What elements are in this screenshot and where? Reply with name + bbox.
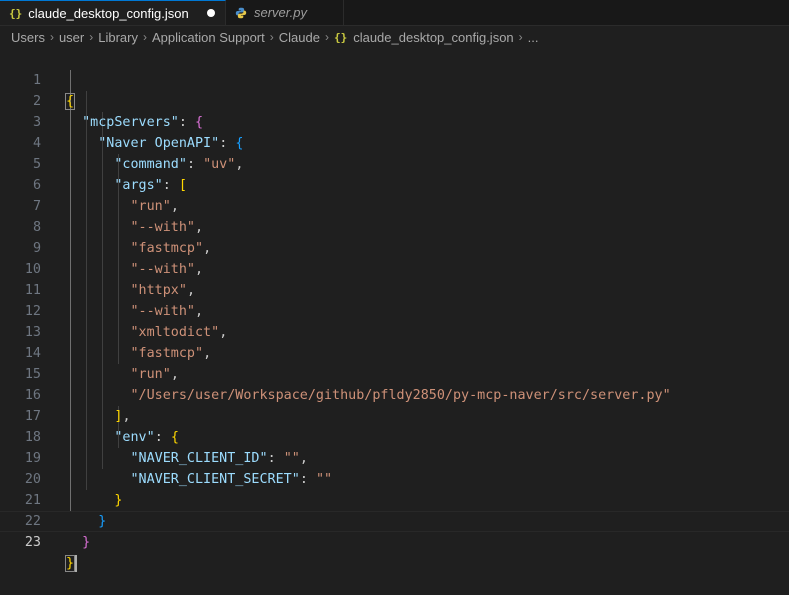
tab-label: claude_desktop_config.json <box>28 5 189 21</box>
breadcrumb-more[interactable]: ... <box>528 30 539 45</box>
chevron-right-icon: › <box>324 30 329 44</box>
chevron-right-icon: › <box>143 30 147 44</box>
breadcrumb-item-application-support[interactable]: Application Support <box>152 30 265 45</box>
code-line[interactable]: 10 "httpx", <box>0 238 789 298</box>
code-editor[interactable]: 1 { 2 "mcpServers": { 3 "Naver OpenAPI":… <box>0 49 789 572</box>
code-line[interactable]: 17 "env": { <box>0 385 789 445</box>
breadcrumb: Users › user › Library › Application Sup… <box>0 25 789 49</box>
text-cursor <box>75 554 78 572</box>
code-line[interactable]: 13 "fastmcp", <box>0 301 789 361</box>
code-line[interactable]: 19 "NAVER_CLIENT_SECRET": "" <box>0 427 789 487</box>
chevron-right-icon: › <box>269 30 274 44</box>
chevron-right-icon: › <box>49 30 54 44</box>
code-line[interactable]: 12 "xmltodict", <box>0 280 789 340</box>
code-line[interactable]: 3 "Naver OpenAPI": { <box>0 91 789 151</box>
code-line[interactable]: 18 "NAVER_CLIENT_ID": "", <box>0 406 789 466</box>
code-line[interactable]: 23 } <box>0 511 789 572</box>
python-icon <box>235 7 247 19</box>
unsaved-dot-icon[interactable] <box>207 9 215 17</box>
code-line[interactable]: 7 "--with", <box>0 175 789 235</box>
code-line[interactable]: 9 "--with", <box>0 217 789 277</box>
json-file-icon: {} <box>333 30 348 44</box>
code-line[interactable]: 15 "/Users/user/Workspace/github/pfldy28… <box>0 343 789 403</box>
chevron-right-icon: › <box>89 30 94 44</box>
code-line[interactable]: 5 "args": [ <box>0 133 789 193</box>
bracket: } <box>64 555 76 572</box>
tab-label: server.py <box>254 5 307 20</box>
code-line[interactable]: 6 "run", <box>0 154 789 214</box>
breadcrumb-item-claude[interactable]: Claude <box>279 30 320 45</box>
code-line[interactable]: 16 ], <box>0 364 789 424</box>
tab-claude-desktop-config[interactable]: {} claude_desktop_config.json <box>0 0 226 25</box>
breadcrumb-item-library[interactable]: Library <box>98 30 138 45</box>
code-line[interactable]: 2 "mcpServers": { <box>0 70 789 130</box>
json-file-icon: {} <box>9 6 23 20</box>
code-line[interactable]: 8 "fastmcp", <box>0 196 789 256</box>
breadcrumb-item-users[interactable]: Users <box>11 30 45 45</box>
chevron-right-icon: › <box>518 30 523 44</box>
code-line[interactable]: 14 "run", <box>0 322 789 382</box>
tab-server-py[interactable]: server.py <box>226 0 344 25</box>
code-line[interactable]: 1 { <box>0 49 789 110</box>
breadcrumb-item-file[interactable]: claude_desktop_config.json <box>353 30 513 45</box>
code-line[interactable]: 20 } <box>0 448 789 508</box>
breadcrumb-item-user[interactable]: user <box>59 30 84 45</box>
tab-bar: {} claude_desktop_config.json server.py <box>0 0 789 26</box>
line-number: 23 <box>24 535 41 550</box>
code-line[interactable]: 21 } <box>0 469 789 529</box>
code-line[interactable]: 22 } <box>0 490 789 550</box>
code-line[interactable]: 4 "command": "uv", <box>0 112 789 172</box>
code-line[interactable]: 11 "--with", <box>0 259 789 319</box>
bracket: } <box>82 535 91 550</box>
